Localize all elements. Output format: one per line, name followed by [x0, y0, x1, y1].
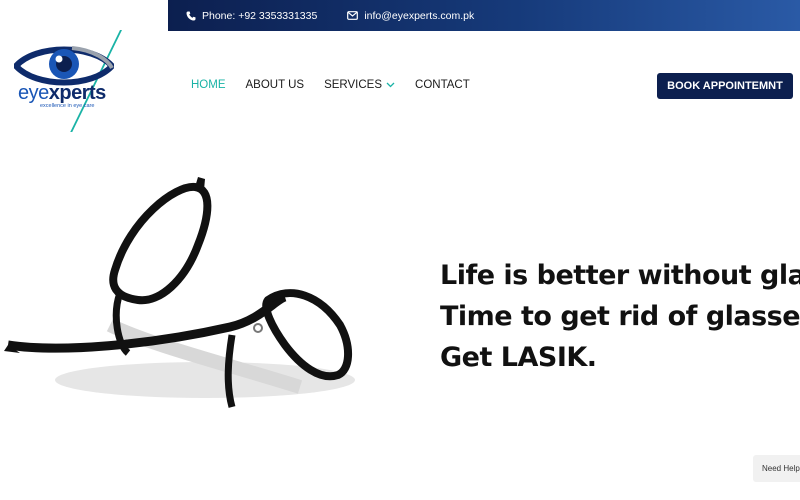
brand-tagline: excellence in eye care [40, 103, 95, 109]
brand-wordmark[interactable]: eyexperts [18, 82, 106, 105]
phone-icon [186, 11, 196, 20]
brand-word-eye: eye [18, 82, 49, 104]
hero-line-3: Get LASIK. [440, 342, 597, 373]
book-appointment-button[interactable]: BOOK APPOINTEMNT [657, 73, 793, 99]
top-contact-bar: Phone: +92 3353331335 info@eyexperts.com… [168, 0, 800, 31]
brand-word-xperts: xperts [48, 82, 107, 104]
chevron-down-icon [386, 82, 395, 88]
phone-text: Phone: +92 3353331335 [202, 9, 318, 22]
phone-contact[interactable]: Phone: +92 3353331335 [186, 10, 317, 22]
main-nav: HOME ABOUT US SERVICES CONTACT [191, 79, 470, 91]
email-text: info@eyexperts.com.pk [364, 9, 475, 22]
nav-services-label: SERVICES [324, 79, 383, 91]
nav-services[interactable]: SERVICES [324, 79, 395, 91]
nav-about-us[interactable]: ABOUT US [246, 79, 305, 91]
envelope-icon [347, 11, 359, 20]
hero-line-1: Life is better without glasses. [440, 260, 800, 291]
hero-line-2: Time to get rid of glasses. [440, 301, 800, 332]
email-contact[interactable]: info@eyexperts.com.pk [347, 10, 474, 22]
glasses-image [4, 177, 355, 408]
need-help-widget[interactable]: Need Help [753, 455, 800, 482]
nav-home[interactable]: HOME [191, 79, 226, 91]
nav-contact[interactable]: CONTACT [415, 79, 470, 91]
hero-headline: Life is better without glasses. Time to … [440, 255, 800, 378]
